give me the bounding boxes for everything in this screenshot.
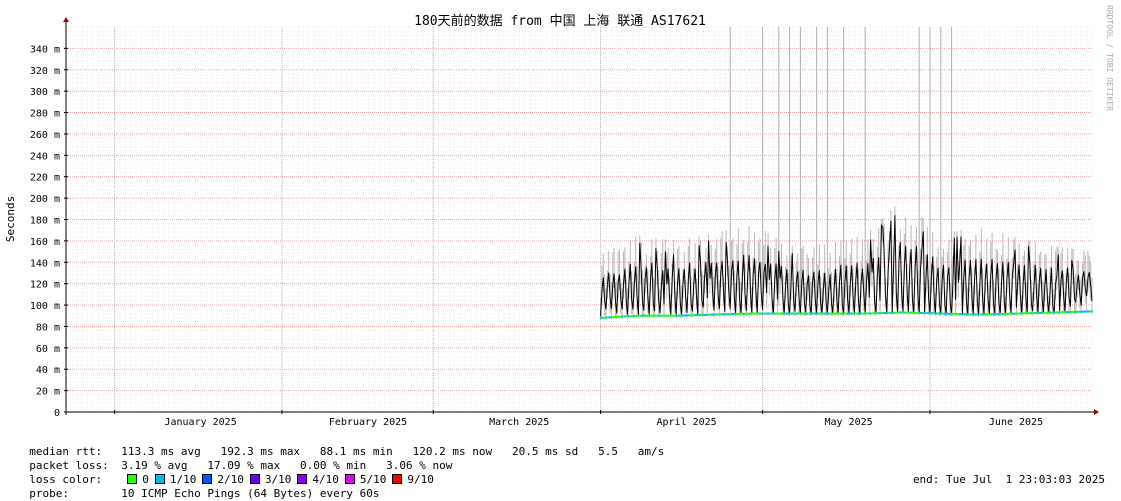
loss-color-mark xyxy=(1091,310,1093,313)
y-tick-label: 260 m xyxy=(30,130,60,141)
y-axis-label: Seconds xyxy=(4,196,17,242)
y-axis-arrow xyxy=(63,17,69,22)
grid xyxy=(65,26,1093,413)
y-tick-label: 140 m xyxy=(30,258,60,269)
y-axis-ticks: 0 20 m 40 m 60 m 80 m 100 m 120 m 140 m 160 m 180… xyxy=(30,44,68,419)
y-tick-label: 100 m xyxy=(30,301,60,312)
y-tick-label: 40 m xyxy=(36,365,60,376)
y-tick-label: 240 m xyxy=(30,151,60,162)
axes xyxy=(63,17,1099,415)
x-axis-ticks: January 2025 February 2025 March 2025 April… xyxy=(114,410,1043,428)
y-tick-label: 60 m xyxy=(36,344,60,355)
chart-title: 180天前的数据 from 中国 上海 联通 AS17621 xyxy=(414,13,706,29)
y-tick-label: 280 m xyxy=(30,109,60,120)
y-tick-label: 180 m xyxy=(30,216,60,227)
x-tick-label: May 2025 xyxy=(825,417,873,428)
y-tick-label: 0 xyxy=(54,408,60,419)
probe-key: probe: xyxy=(29,487,69,500)
end-timestamp: end: Tue Jul 1 23:03:03 2025 xyxy=(912,473,1105,486)
y-tick-label: 340 m xyxy=(30,44,60,55)
y-tick-label: 320 m xyxy=(30,66,60,77)
watermark: RRDTOOL / TOBI OETIKER xyxy=(1105,5,1114,111)
y-tick-label: 160 m xyxy=(30,237,60,248)
x-axis-arrow xyxy=(1094,409,1099,415)
y-tick-label: 120 m xyxy=(30,280,60,291)
y-tick-label: 20 m xyxy=(36,387,60,398)
latency-chart: 180天前的数据 from 中国 上海 联通 AS17621 Seconds R… xyxy=(4,5,1114,428)
loss-color-swatch xyxy=(392,474,403,484)
x-tick-label: January 2025 xyxy=(164,417,236,428)
y-tick-label: 300 m xyxy=(30,87,60,98)
rtt-series xyxy=(599,206,1093,321)
x-tick-label: March 2025 xyxy=(489,417,549,428)
y-tick-label: 220 m xyxy=(30,173,60,184)
x-tick-label: April 2025 xyxy=(656,417,716,428)
x-tick-label: June 2025 xyxy=(989,417,1043,428)
y-tick-label: 80 m xyxy=(36,322,60,333)
legend-probe: probe: 10 ICMP Echo Pings (64 Bytes) ever… xyxy=(16,473,379,501)
y-tick-label: 200 m xyxy=(30,194,60,205)
x-tick-label: February 2025 xyxy=(329,417,407,428)
loss-color-label: 9/10 xyxy=(407,473,434,486)
